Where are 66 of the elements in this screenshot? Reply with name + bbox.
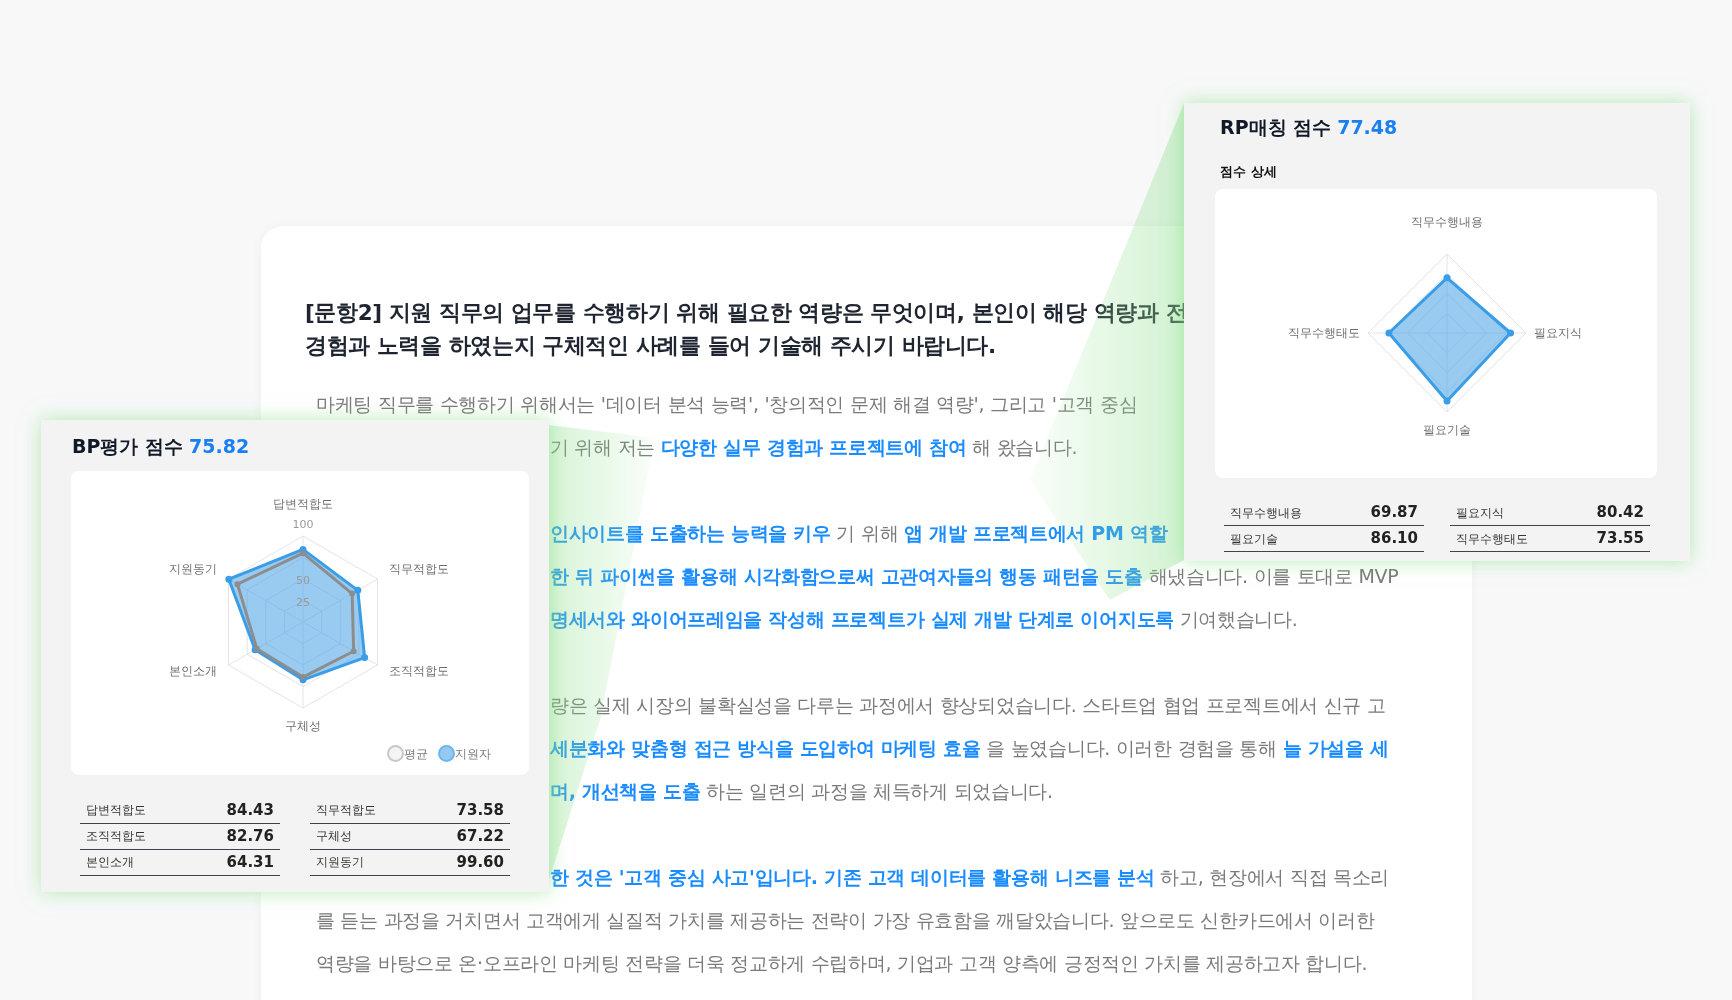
score-label: 본인소개	[86, 854, 134, 871]
score-label: 직무수행태도	[1456, 530, 1528, 548]
score-value: 82.76	[226, 825, 274, 847]
axis-label: 본인소개	[168, 663, 217, 678]
score-label: 필요기술	[1230, 530, 1278, 548]
score-label: 직무수행내용	[1230, 504, 1302, 522]
axis-label: 답변적합도	[273, 496, 333, 511]
legend-marker	[438, 745, 455, 762]
axis-label: 구체성	[285, 718, 321, 733]
score-value: 64.31	[226, 851, 274, 873]
score-value: 80.42	[1596, 502, 1644, 524]
answer-text: 기 위해 저는 다양한 실무 경험과 프로젝트에 참여 해 왔습니다.	[550, 435, 1078, 460]
data-point	[1385, 329, 1393, 337]
total-score: 77.48	[1337, 115, 1398, 140]
answer-text: 인사이트를 도출하는 능력을 키우 기 위해 앱 개발 프로젝트에서 PM 역할	[550, 521, 1168, 546]
answer-text: 세분화와 맞춤형 접근 방식을 도입하여 마케팅 효율 을 높였습니다. 이러한 경험을 통해 늘 가설을 세	[550, 736, 1389, 761]
answer-text: 명세서와 와이어프레임을 작성해 프로젝트가 실제 개발 단계로 이어지도록 기여했습니다.	[550, 607, 1298, 632]
question-text: 경험과 노력을 하였는지 구체적인 사례를 들어 기술해 주시기 바랍니다.	[305, 332, 996, 360]
average-point	[234, 580, 241, 587]
answer-text: 를 듣는 과정을 거치면서 고객에게 실질적 가치를 제공하는 전략이 가장 유효함을 깨달았습니다. 앞으로도 신한카드에서 이러한	[316, 908, 1375, 933]
legend-label: 지원자	[455, 745, 491, 763]
data-point	[1443, 274, 1451, 282]
data-point	[1443, 397, 1451, 405]
average-point	[300, 673, 306, 680]
card-title: RP매칭 점수	[1220, 115, 1332, 140]
score-label: 지원동기	[316, 854, 364, 871]
axis-label: 조직적합도	[389, 663, 450, 678]
score-value: 67.22	[456, 825, 504, 847]
total-score: 75.82	[189, 434, 250, 459]
score-value: 69.87	[1370, 502, 1418, 524]
answer-text: 역량을 바탕으로 온·오프라인 마케팅 전략을 더욱 정교하게 수립하며, 기업과 고객 양측에 긍정적인 가치를 제공하고자 합니다.	[316, 951, 1368, 976]
score-label: 필요지식	[1456, 504, 1504, 522]
axis-label: 필요기술	[1423, 423, 1471, 437]
score-label: 직무적합도	[316, 802, 376, 819]
data-point	[225, 575, 233, 583]
section-title: 점수 상세	[1219, 162, 1278, 181]
tick-label: 50	[296, 573, 310, 587]
tick-label: 25	[296, 595, 310, 608]
axis-label: 직무적합도	[389, 561, 450, 576]
score-value: 84.43	[226, 799, 274, 821]
legend-label: 평균	[404, 745, 428, 763]
axis-label: 필요지식	[1534, 326, 1582, 340]
score-value: 73.58	[456, 799, 504, 821]
answer-text: 량은 실제 시장의 불확실성을 다루는 과정에서 향상되었습니다. 스타트업 협업 프로젝트에서 신규 고	[550, 693, 1386, 718]
average-point	[349, 590, 356, 597]
answer-text: 마케팅 직무를 수행하기 위해서는 '데이터 분석 능력', '창의적인 문제 해결 역량', 그리고 '고객 중심	[316, 392, 1138, 417]
score-label: 답변적합도	[86, 802, 146, 819]
average-point	[300, 549, 306, 556]
data-point	[361, 653, 369, 661]
axis-label: 지원동기	[168, 561, 217, 576]
score-value: 99.60	[456, 851, 504, 873]
answer-text: 한 것은 '고객 중심 사고'입니다. 기존 고객 데이터를 활용해 니즈를 분석 하고, 현장에서 직접 목소리	[550, 865, 1390, 890]
average-point	[350, 647, 357, 654]
tick-label: 100	[292, 517, 314, 531]
answer-text: 며, 개선책을 도출 하는 일련의 과정을 체득하게 되었습니다.	[550, 779, 1053, 804]
axis-label: 직무수행내용	[1411, 215, 1483, 229]
score-value: 86.10	[1370, 528, 1418, 550]
score-label: 구체성	[316, 828, 352, 845]
score-value: 73.55	[1596, 528, 1644, 550]
data-point	[354, 586, 362, 594]
legend-marker	[387, 745, 404, 762]
data-point	[1507, 329, 1515, 337]
card-title: BP평가 점수	[72, 434, 184, 459]
answer-text: 한 뒤 파이썬을 활용해 시각화함으로써 고관여자들의 행동 패턴을 도출 해냈습니다. 이를 토대로 MVP	[550, 564, 1399, 589]
axis-label: 직무수행태도	[1288, 326, 1360, 340]
score-label: 조직적합도	[86, 828, 146, 845]
